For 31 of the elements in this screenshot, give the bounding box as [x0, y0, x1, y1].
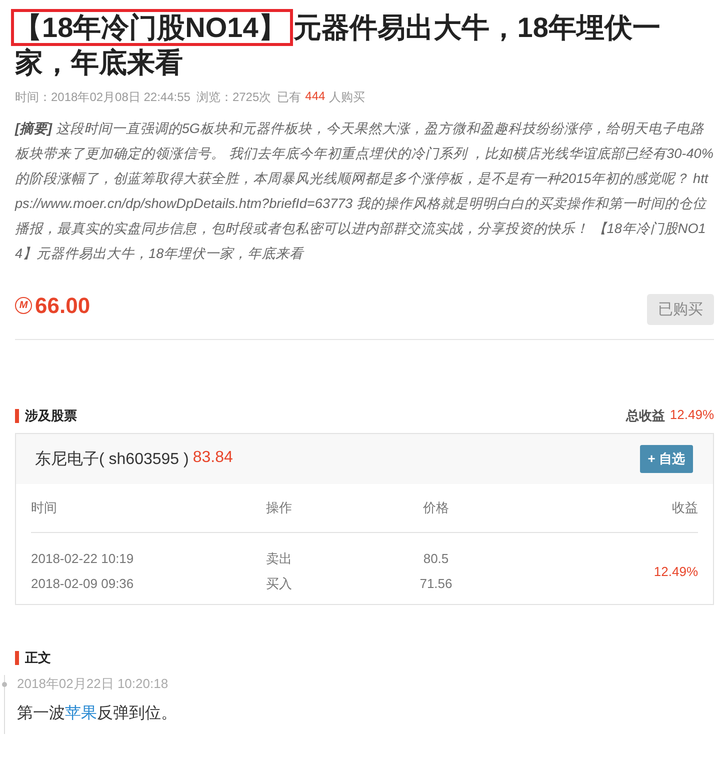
total-return-value: 12.49% — [670, 407, 714, 424]
publish-time: 时间：2018年02月08日 22:44:55 — [15, 89, 190, 106]
section-heading: 涉及股票 — [15, 409, 77, 423]
buyers-label: 人购买 — [329, 89, 366, 106]
total-return-label: 总收益 — [626, 407, 665, 425]
view-count: 浏览：2725次 — [196, 89, 272, 106]
price-amount: 66.00 — [35, 292, 90, 318]
currency-icon: M — [15, 297, 32, 314]
column-header: 时间 — [31, 500, 57, 515]
timeline-dot-icon — [2, 682, 7, 687]
table-cell: 卖出 — [266, 550, 292, 566]
entry-text: 第一波苹果反弹到位。 — [17, 704, 178, 724]
table-cell: 71.56 — [420, 576, 452, 591]
stock-price: 83.84 — [192, 448, 233, 468]
column-header: 操作 — [266, 500, 292, 515]
trade-return: 12.49% — [654, 564, 698, 578]
purchased-button[interactable]: 已购买 — [647, 294, 714, 325]
column-header: 收益 — [672, 500, 698, 515]
add-watchlist-button[interactable]: + 自选 — [640, 445, 693, 473]
table-cell: 买入 — [266, 576, 292, 590]
buyers-label: 已有 — [277, 89, 302, 106]
table-cell: 2018-02-09 09:36 — [31, 576, 134, 591]
summary-text: [摘要] 这段时间一直强调的5G板块和元器件板块，今天果然大涨，盈方微和盈趣科技纷纷涨停，给明天电子电路板块带来了更加确定的领涨信号。 我们去年底今年初重点埋伏的冷门系列 ，比如横店光线华谊底部已经有30-40%的阶段涨幅了，创蓝筹取得大获全胜，本周暴风光线顺网都是多个涨停板，是不是有一种2015年初的感觉呢？ https://www.moer.cn/dp/showDpDetails.htm?briefId=63773 我的操作风格就是明明白白的买卖操作和第一时间的仓位播报，最真实的实盘同步信息，包时段或者包私密可以进内部群交流实战，分享投资的快乐！ 【18年冷门股NO14】元器件易出大牛，18年埋伏一家，年底来看 — [15, 120, 714, 263]
column-header: 价格 — [423, 500, 449, 515]
stock-link[interactable]: 苹果 — [65, 705, 97, 722]
stock-name: 东尼电子( sh603595 ) — [35, 450, 189, 470]
table-cell: 2018-02-22 10:19 — [31, 551, 134, 566]
section-heading: 正文 — [15, 651, 51, 665]
entry-time: 2018年02月22日 10:20:18 — [17, 675, 170, 693]
buyers-count: 444 — [305, 89, 326, 105]
table-cell: 80.5 — [423, 551, 449, 566]
